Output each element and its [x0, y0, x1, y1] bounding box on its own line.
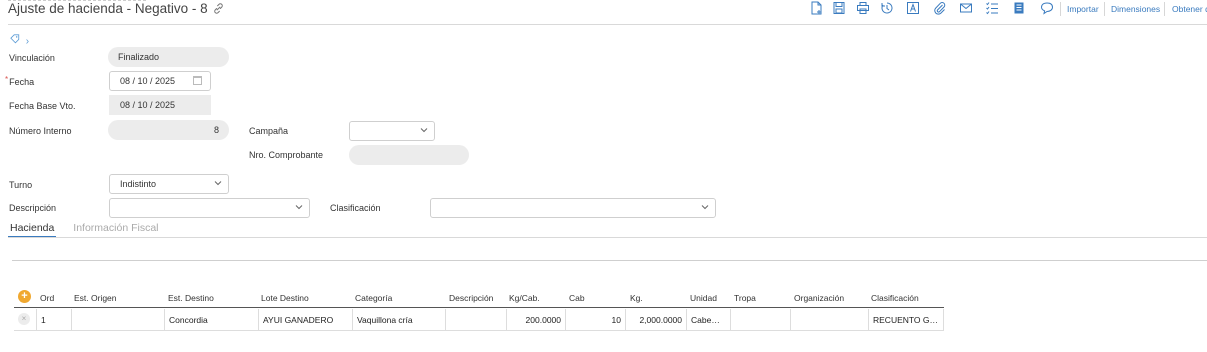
- new-document-icon[interactable]: [809, 1, 822, 15]
- vinculacion-field: Finalizado: [108, 47, 229, 67]
- cell-categoria[interactable]: Vaquillona cría: [352, 309, 445, 330]
- cell-ord[interactable]: 1: [36, 309, 71, 330]
- numero-interno-label: Número Interno: [9, 126, 72, 136]
- fecha-input[interactable]: 08 / 10 / 2025: [109, 71, 211, 91]
- column-header[interactable]: Est. Destino: [168, 293, 214, 303]
- calendar-icon[interactable]: [193, 76, 202, 85]
- cell-descripcion[interactable]: [445, 309, 506, 330]
- cell-organizacion[interactable]: [790, 309, 868, 330]
- toolbar-separator: [1164, 2, 1165, 16]
- clasificacion-select[interactable]: [430, 198, 716, 218]
- chevron-down-icon[interactable]: [295, 203, 303, 211]
- column-header[interactable]: Organización: [794, 293, 844, 303]
- nro-comprobante-label: Nro. Comprobante: [249, 150, 324, 160]
- history-icon[interactable]: [880, 1, 893, 15]
- column-header[interactable]: Categoría: [355, 293, 392, 303]
- page-title: Ajuste de hacienda - Negativo - 8: [8, 1, 224, 17]
- cell-kg[interactable]: 2,000.0000: [625, 309, 686, 330]
- attach-icon[interactable]: [933, 1, 946, 15]
- comment-icon[interactable]: [1040, 1, 1054, 15]
- cell-unidad[interactable]: Cabe…: [686, 309, 730, 330]
- header-divider: [8, 24, 1207, 25]
- print-icon[interactable]: [856, 1, 869, 15]
- delete-row-icon[interactable]: ×: [18, 313, 30, 325]
- checklist-icon[interactable]: [985, 1, 998, 15]
- vinculacion-label: Vinculación: [9, 53, 55, 63]
- column-header[interactable]: Est. Origen: [74, 293, 117, 303]
- tab-bar: Hacienda Información Fiscal: [8, 222, 159, 238]
- tag-expand[interactable]: ›: [10, 34, 29, 47]
- import-link[interactable]: Importar: [1067, 4, 1099, 14]
- obtain-link[interactable]: Obtener d: [1172, 4, 1207, 14]
- nro-comprobante-field: [349, 145, 469, 165]
- cell-tropa[interactable]: [730, 309, 790, 330]
- add-row-button[interactable]: +: [18, 290, 31, 303]
- descripcion-label: Descripción: [9, 203, 57, 213]
- tab-hacienda[interactable]: Hacienda: [8, 222, 57, 238]
- cell-kg-cab[interactable]: 200.0000: [506, 309, 565, 330]
- column-header[interactable]: Unidad: [690, 293, 717, 303]
- grid-header-divider: [14, 307, 944, 308]
- campana-label: Campaña: [249, 126, 289, 136]
- column-header[interactable]: Ord: [40, 293, 54, 303]
- column-header[interactable]: Lote Destino: [261, 293, 309, 303]
- table-row[interactable]: × 1 Concordia AYUI GANADERO Vaquillona c…: [14, 309, 944, 331]
- cell-cab[interactable]: 10: [565, 309, 625, 330]
- toolbar-separator: [1104, 2, 1105, 16]
- cell-lote-destino[interactable]: AYUI GANADERO: [258, 309, 352, 330]
- fecha-label: *Fecha: [5, 75, 35, 87]
- tag-icon[interactable]: [10, 34, 20, 47]
- campana-select[interactable]: [349, 121, 435, 141]
- link-icon[interactable]: [213, 2, 224, 17]
- tab-informacion-fiscal[interactable]: Información Fiscal: [73, 222, 158, 236]
- turno-select[interactable]: Indistinto: [109, 174, 229, 194]
- cell-clasificacion[interactable]: RECUENTO G…: [868, 309, 944, 330]
- text-icon[interactable]: [906, 1, 919, 15]
- fecha-base-label: Fecha Base Vto.: [9, 101, 76, 111]
- section-divider: [12, 260, 1207, 261]
- column-header[interactable]: Kg/Cab.: [509, 293, 540, 303]
- toolbar-separator: [1060, 2, 1061, 16]
- tab-divider: [8, 237, 1207, 238]
- cell-est-origen[interactable]: [71, 309, 164, 330]
- chevron-down-icon[interactable]: [214, 179, 222, 187]
- turno-label: Turno: [9, 180, 33, 190]
- column-header[interactable]: Tropa: [734, 293, 756, 303]
- fecha-base-field: 08 / 10 / 2025: [109, 95, 211, 115]
- clasificacion-label: Clasificación: [330, 203, 381, 213]
- descripcion-select[interactable]: [109, 198, 310, 218]
- chevron-down-icon[interactable]: [420, 126, 428, 134]
- save-icon[interactable]: [832, 1, 845, 15]
- column-header[interactable]: Kg.: [630, 293, 643, 303]
- chevron-right-icon[interactable]: ›: [26, 36, 29, 47]
- column-header[interactable]: Descripción: [449, 293, 493, 303]
- cell-est-destino[interactable]: Concordia: [164, 309, 258, 330]
- notes-icon[interactable]: [1012, 1, 1025, 15]
- numero-interno-field: 8: [108, 120, 229, 140]
- email-icon[interactable]: [959, 1, 972, 15]
- column-header[interactable]: Cab: [569, 293, 585, 303]
- dimensions-link[interactable]: Dimensiones: [1111, 4, 1160, 14]
- chevron-down-icon[interactable]: [701, 203, 709, 211]
- required-mark: *: [5, 75, 9, 84]
- column-header[interactable]: Clasificación: [871, 293, 919, 303]
